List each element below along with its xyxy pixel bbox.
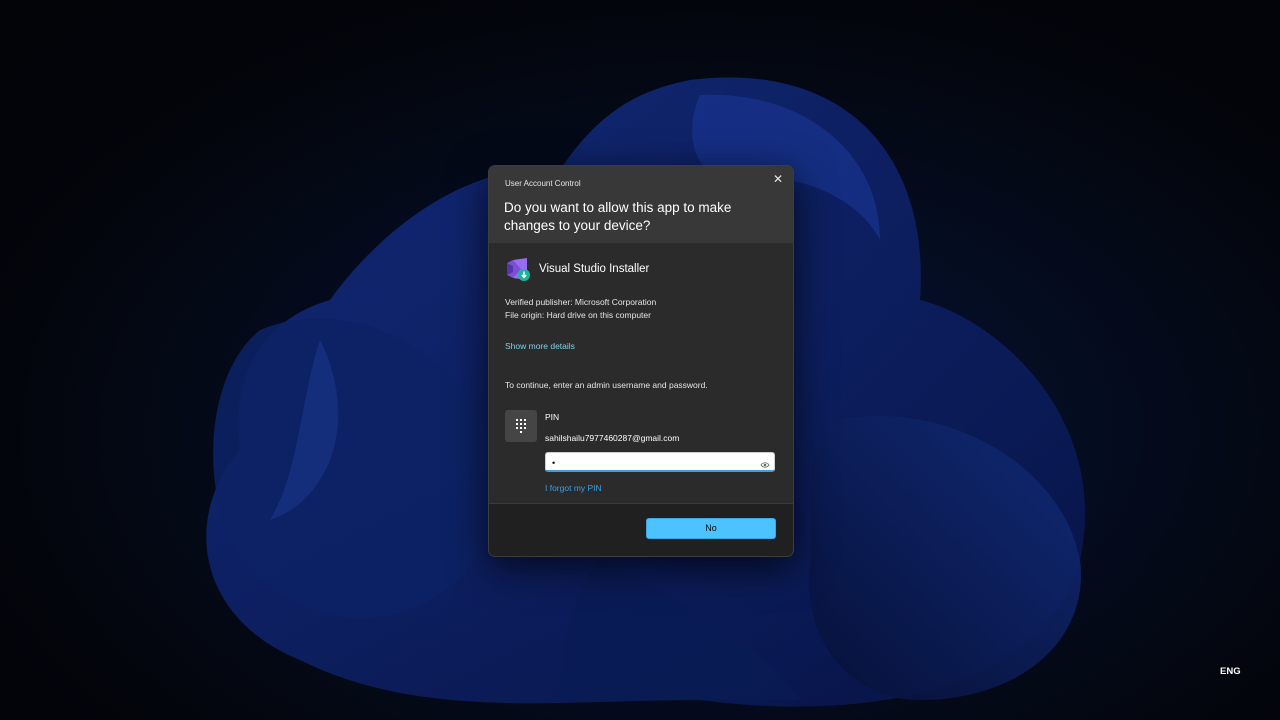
uac-header: User Account Control ✕ Do you want to al…	[489, 166, 793, 243]
keypad-icon	[505, 410, 537, 442]
no-button[interactable]: No	[646, 518, 776, 539]
continue-instructions: To continue, enter an admin username and…	[505, 380, 708, 390]
uac-footer: No	[489, 503, 793, 556]
uac-dialog: User Account Control ✕ Do you want to al…	[488, 165, 794, 557]
reveal-password-icon[interactable]	[760, 457, 770, 468]
language-indicator[interactable]: ENG	[1220, 666, 1241, 677]
forgot-pin-link[interactable]: I forgot my PIN	[545, 483, 602, 493]
verified-publisher: Verified publisher: Microsoft Corporatio…	[505, 297, 657, 307]
pin-input[interactable]	[550, 454, 754, 471]
app-info-row: Visual Studio Installer	[505, 256, 649, 282]
visual-studio-installer-icon	[505, 256, 531, 282]
uac-question: Do you want to allow this app to make ch…	[504, 200, 732, 233]
desktop: User Account Control ✕ Do you want to al…	[0, 0, 1280, 720]
app-name: Visual Studio Installer	[539, 263, 650, 275]
file-origin: File origin: Hard drive on this computer	[505, 310, 651, 320]
show-more-details-link[interactable]: Show more details	[505, 341, 575, 351]
close-button[interactable]: ✕	[769, 170, 787, 188]
account-email: sahilshailu7977460287@gmail.com	[545, 433, 680, 443]
credential-method-label: PIN	[545, 412, 560, 422]
dialog-title: User Account Control	[505, 179, 581, 188]
pin-field[interactable]	[545, 452, 775, 472]
